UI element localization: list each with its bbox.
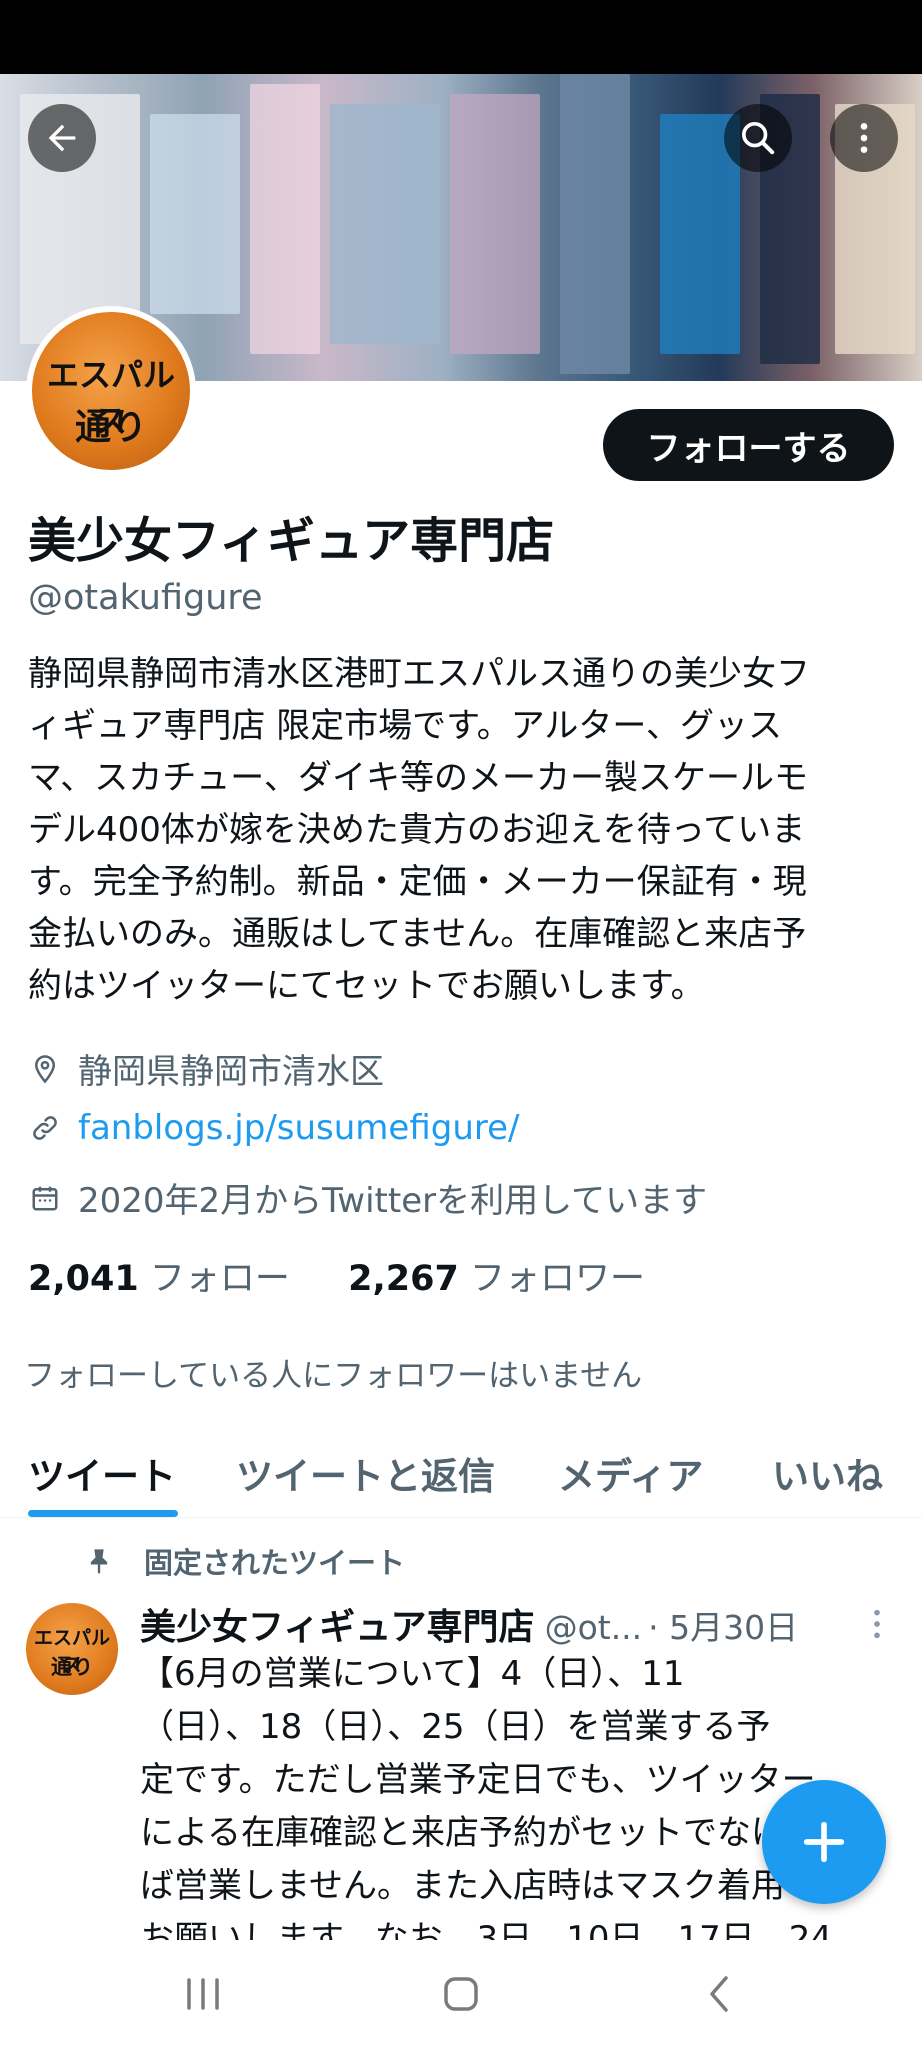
back-button[interactable] xyxy=(28,104,96,172)
back-nav-button[interactable] xyxy=(684,1962,754,2026)
plus-icon xyxy=(803,1821,845,1863)
bio-line: 静岡県静岡市清水区港町エスパルス通りの美少女フ xyxy=(28,654,810,694)
more-button[interactable] xyxy=(830,104,898,172)
followers-link[interactable]: 2,267 フォロワー xyxy=(348,1259,645,1299)
pinned-label: 固定されたツイート xyxy=(84,1540,405,1582)
following-label: フォロー xyxy=(149,1259,290,1299)
following-link[interactable]: 2,041 フォロー xyxy=(28,1259,290,1299)
search-button[interactable] xyxy=(724,104,792,172)
chevron-left-icon xyxy=(710,1976,728,2012)
bio-line: す。完全予約制。新品・定価・メーカー保証有・現 xyxy=(28,862,807,902)
tab-likes[interactable]: いいね xyxy=(772,1446,883,1500)
bio-line: 金払いのみ。通販はしてません。在庫確認と来店予 xyxy=(28,914,807,954)
bio-line: デル400体が嫁を決めた貴方のお迎えを待っていま xyxy=(28,810,806,850)
tab-media[interactable]: メディア xyxy=(558,1446,703,1500)
tweet-author-name[interactable]: 美少女フィギュア専門店 xyxy=(140,1598,535,1650)
tab-tweets-replies[interactable]: ツイートと返信 xyxy=(236,1446,495,1500)
pinned-label-text: 固定されたツイート xyxy=(144,1546,406,1580)
active-tab-indicator xyxy=(28,1510,178,1517)
profile-tabs: ツイート ツイートと返信 メディア いいね xyxy=(0,1428,922,1518)
status-bar xyxy=(0,0,922,74)
arrow-left-icon xyxy=(48,124,76,152)
compose-tweet-button[interactable] xyxy=(762,1780,886,1904)
avatar-text-line2: 通り xyxy=(74,407,147,448)
location-row: 静岡県静岡市清水区 xyxy=(28,1044,384,1093)
link-icon xyxy=(28,1111,62,1145)
followers-count: 2,267 xyxy=(348,1259,459,1299)
following-count: 2,041 xyxy=(28,1259,139,1299)
bio-line: ィギュア専門店 限定市場です。アルター、グッス xyxy=(28,706,783,746)
website-link[interactable]: fanblogs.jp/susumefigure/ xyxy=(78,1108,520,1148)
followers-label: フォロワー xyxy=(470,1259,646,1299)
home-button[interactable] xyxy=(426,1962,496,2026)
tweet-line: （日）、18（日）、25（日）を営業する予 xyxy=(140,1707,771,1747)
follow-counts: 2,041 フォロー 2,267 フォロワー xyxy=(28,1250,645,1301)
tweet-more-button[interactable] xyxy=(862,1604,892,1644)
search-icon xyxy=(742,121,775,155)
more-vertical-icon xyxy=(874,1609,880,1639)
more-vertical-icon xyxy=(860,123,868,153)
follow-button[interactable]: フォローする xyxy=(603,409,894,481)
handle: @otakufigure xyxy=(28,578,263,618)
tweet-line: 【6月の営業について】4（日）、11 xyxy=(140,1654,685,1694)
joined-text: 2020年2月からTwitterを利用しています xyxy=(78,1181,708,1221)
display-name: 美少女フィギュア専門店 xyxy=(28,513,555,569)
android-navigation-bar xyxy=(0,1940,922,2048)
tweet-timestamp[interactable]: · 5月30日 xyxy=(648,1601,798,1649)
profile-bio: 静岡県静岡市清水区港町エスパルス通りの美少女フ ィギュア専門店 限定市場です。ア… xyxy=(28,648,900,1012)
not-followed-text: フォローしている人にフォロワーはいません xyxy=(24,1358,643,1394)
recent-apps-button[interactable] xyxy=(168,1962,238,2026)
tweet-avatar[interactable]: エスパルス 通り xyxy=(26,1603,118,1695)
bio-line: マ、スカチュー、ダイキ等のメーカー製スケールモ xyxy=(28,758,808,798)
tweet-header: 美少女フィギュア専門店 @ot... · 5月30日 xyxy=(140,1598,798,1650)
pin-icon xyxy=(84,1546,114,1576)
recent-apps-icon xyxy=(187,1978,219,2010)
bio-line: 約はツイッターにてセットでお願いします。 xyxy=(28,966,705,1006)
home-icon xyxy=(444,1977,478,2011)
tab-tweets[interactable]: ツイート xyxy=(28,1446,176,1500)
calendar-icon xyxy=(28,1181,62,1215)
website-row: fanblogs.jp/susumefigure/ xyxy=(28,1108,520,1148)
tweet-author-handle[interactable]: @ot... xyxy=(545,1608,643,1647)
profile-avatar[interactable]: エスパルス 通り xyxy=(26,306,196,476)
location-icon xyxy=(28,1052,62,1086)
joined-row: 2020年2月からTwitterを利用しています xyxy=(28,1173,707,1222)
avatar-text-line2: 通り xyxy=(51,1655,93,1679)
location-text: 静岡県静岡市清水区 xyxy=(78,1052,384,1092)
